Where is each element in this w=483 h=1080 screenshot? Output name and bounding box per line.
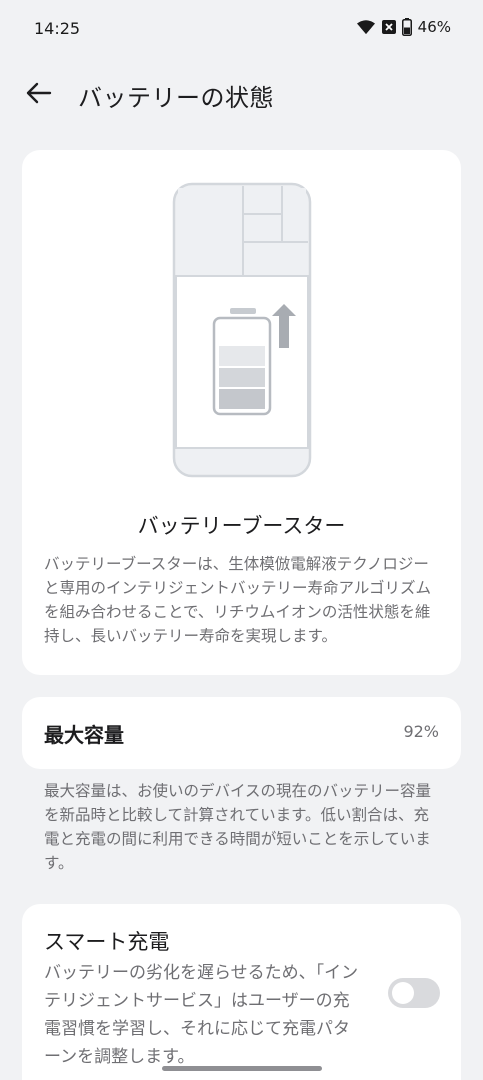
wifi-icon (356, 20, 375, 34)
status-icons: 46% (356, 18, 451, 36)
battery-icon (401, 18, 412, 36)
smart-charging-card[interactable]: スマート充電 バッテリーの劣化を遅らせるため、「インテリジェントサービス」はユー… (22, 904, 461, 1080)
battery-percent: 46% (417, 18, 451, 36)
home-indicator[interactable] (162, 1066, 322, 1071)
max-capacity-value: 92% (403, 722, 439, 741)
max-capacity-row: 最大容量 92% (22, 697, 461, 769)
booster-title: バッテリーブースター (137, 514, 346, 538)
phone-battery-illustration (172, 182, 312, 478)
arrow-left-icon[interactable] (24, 78, 54, 108)
smart-charging-toggle[interactable] (388, 978, 440, 1008)
app-bar: バッテリーの状態 (0, 68, 483, 118)
max-capacity-label: 最大容量 (44, 723, 124, 747)
no-sim-icon (381, 20, 396, 34)
smart-charging-title: スマート充電 (44, 930, 170, 954)
battery-booster-card: バッテリーブースター バッテリーブースターは、生体模倣電解液テクノロジーと専用の… (22, 150, 461, 675)
max-capacity-description: 最大容量は、お使いのデバイスの現在のバッテリー容量を新品時と比較して計算されてい… (44, 782, 432, 872)
booster-description: バッテリーブースターは、生体模倣電解液テクノロジーと専用のインテリジェントバッテ… (44, 555, 432, 645)
smart-charging-description: バッテリーの劣化を遅らせるため、「インテリジェントサービス」はユーザーの充電習慣… (44, 963, 359, 1067)
page-title: バッテリーの状態 (78, 84, 274, 112)
status-time: 14:25 (34, 19, 81, 38)
toggle-knob (392, 982, 414, 1004)
status-bar: 14:25 46% (0, 0, 483, 58)
